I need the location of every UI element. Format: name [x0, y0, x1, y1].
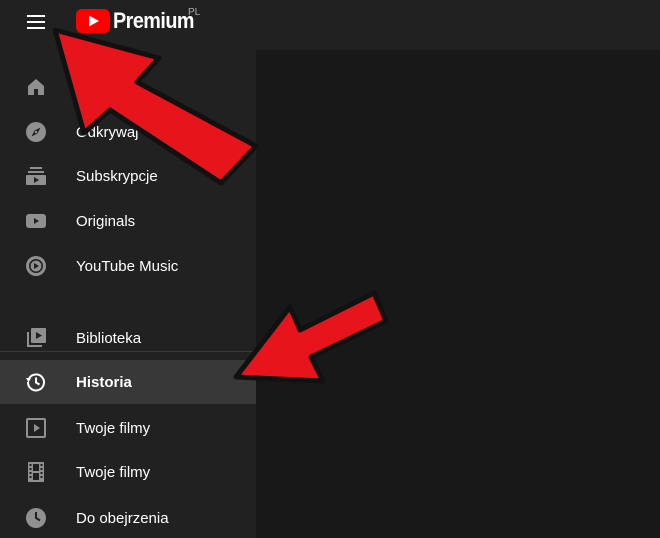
top-bar: Premium PL — [0, 0, 660, 50]
sidebar-item-label: YouTube Music — [76, 257, 179, 275]
sidebar-item-label: Historia — [76, 373, 132, 391]
menu-icon[interactable] — [24, 10, 48, 34]
country-code: PL — [188, 7, 201, 18]
play-box-icon — [26, 214, 46, 228]
home-icon — [28, 79, 44, 95]
sidebar: Główna Odkrywaj Subskrypcje Originals Yo… — [0, 50, 256, 538]
sidebar-item-label: Originals — [76, 212, 136, 230]
subscriptions-icon — [26, 167, 46, 185]
sidebar-item-label: Odkrywaj — [76, 123, 139, 141]
music-circle-icon — [26, 256, 46, 276]
sidebar-item-originals[interactable]: Originals — [0, 199, 256, 243]
youtube-logo-icon — [76, 9, 110, 33]
history-icon — [26, 373, 45, 392]
sidebar-item-youtube-music[interactable]: YouTube Music — [0, 244, 256, 288]
sidebar-item-label: Główna — [76, 78, 127, 96]
sidebar-item-history[interactable]: Historia — [0, 360, 256, 404]
sidebar-item-home[interactable]: Główna — [0, 65, 256, 109]
sidebar-item-subscriptions[interactable]: Subskrypcje — [0, 154, 256, 198]
brand-text: Premium — [113, 8, 194, 33]
clock-icon — [26, 508, 46, 528]
sidebar-item-explore[interactable]: Odkrywaj — [0, 110, 256, 154]
sidebar-item-your-films[interactable]: Twoje filmy — [0, 450, 256, 494]
sidebar-item-your-videos[interactable]: Twoje filmy — [0, 406, 256, 450]
youtube-premium-logo[interactable]: Premium PL — [76, 7, 203, 35]
sidebar-item-label: Twoje filmy — [76, 419, 151, 437]
sidebar-item-label: Subskrypcje — [76, 167, 158, 185]
sidebar-item-label: Twoje filmy — [76, 463, 151, 481]
your-videos-icon — [26, 418, 46, 438]
sidebar-item-watch-later[interactable]: Do obejrzenia — [0, 496, 256, 538]
sidebar-item-label: Do obejrzenia — [76, 509, 169, 527]
main-content — [264, 50, 660, 538]
sidebar-item-library[interactable]: Biblioteka — [0, 316, 256, 360]
film-strip-icon — [28, 462, 44, 482]
compass-icon — [26, 122, 46, 142]
sidebar-item-label: Biblioteka — [76, 329, 142, 347]
library-icon — [27, 328, 46, 347]
